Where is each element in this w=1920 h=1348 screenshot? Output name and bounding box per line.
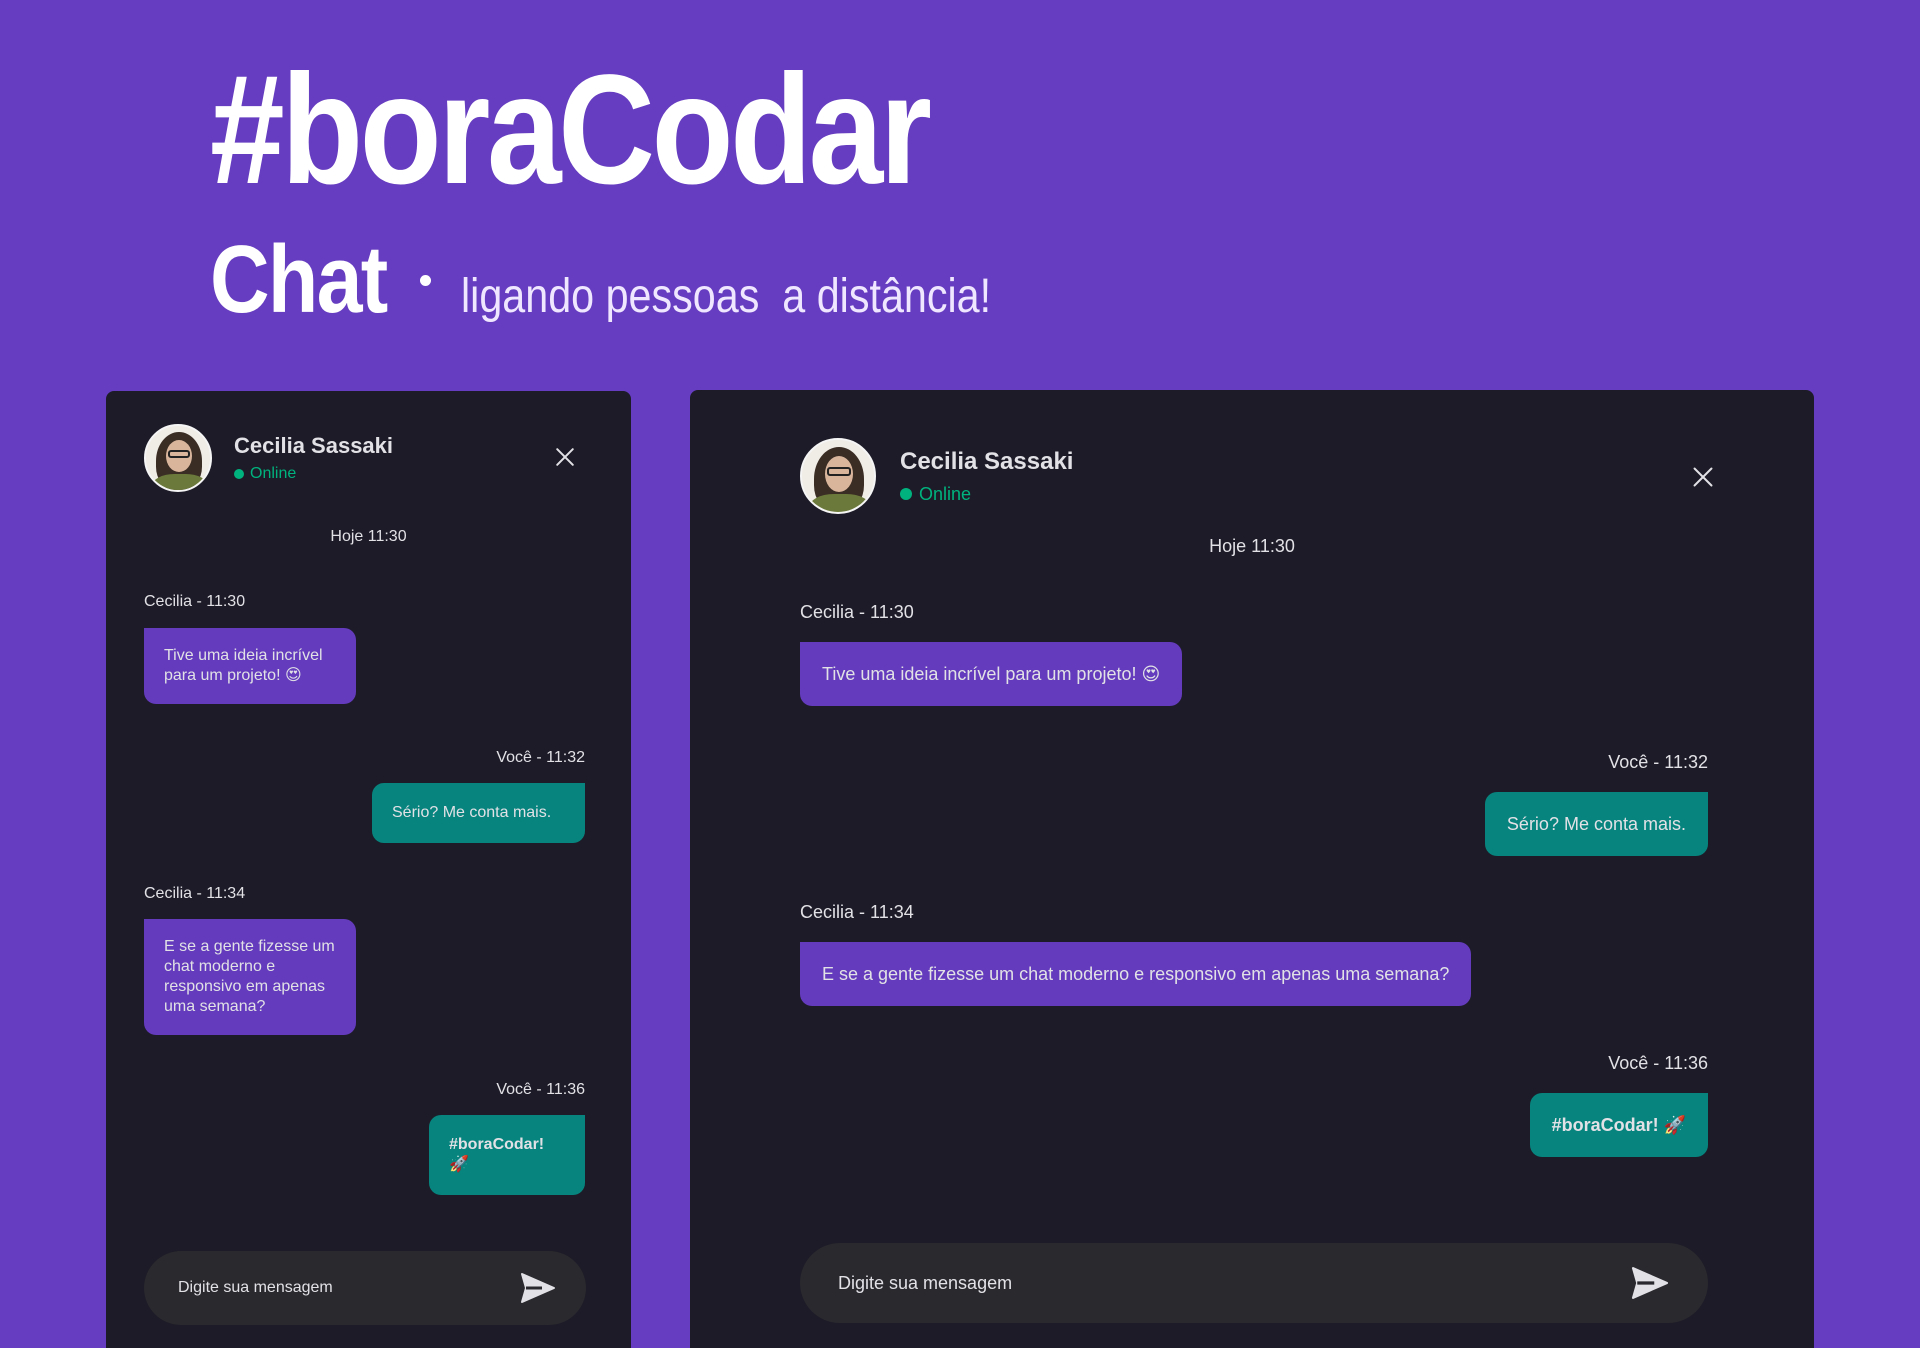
contact-info: Cecilia Sassaki Online [900,448,1073,505]
chat-header: Cecilia Sassaki Online [144,424,393,492]
chat-panel-desktop: Cecilia Sassaki Online Hoje 11:30 Cecili… [690,390,1814,1348]
bullet-dot [420,275,431,286]
status-indicator: Online [900,484,1073,505]
close-icon[interactable] [1690,464,1716,490]
message-meta: Cecilia - 11:30 [144,593,246,610]
message-bubble-sent: Sério? Me conta mais. [372,783,585,843]
chat-panel-mobile: Cecilia Sassaki Online Hoje 11:30 Cecili… [106,391,631,1348]
message-bubble-received: E se a gente fizesse um chat moderno e r… [800,942,1472,1006]
message-meta: Cecilia - 11:34 [144,885,246,902]
close-icon[interactable] [553,445,577,469]
message-composer [800,1243,1708,1323]
contact-name: Cecilia Sassaki [900,447,1074,475]
day-separator: Hoje 11:30 [1209,536,1295,556]
chat-header: Cecilia Sassaki Online [800,438,1073,514]
message-meta: Cecilia - 11:34 [800,902,914,922]
hero-title: #boraCodar [210,43,932,217]
status-label: Online [250,465,297,482]
send-icon [1631,1267,1669,1299]
send-icon [521,1273,555,1303]
message-bubble-received: Tive uma ideia incrível para um projeto!… [144,628,356,704]
avatar [144,424,212,492]
day-separator: Hoje 11:30 [330,528,407,545]
avatar [800,438,876,514]
message-composer [144,1251,586,1325]
message-meta: Você - 11:32 [1608,752,1708,772]
send-button[interactable] [1628,1261,1672,1305]
message-bubble-received: E se a gente fizesse um chat moderno e r… [144,919,356,1035]
hero-subtitle: Chat [210,226,388,333]
message-meta: Você - 11:36 [1608,1053,1708,1073]
message-meta: Você - 11:36 [496,1081,585,1098]
message-bubble-sent: Sério? Me conta mais. [1484,792,1708,856]
message-bubble-received: Tive uma ideia incrível para um projeto!… [800,642,1183,706]
online-dot-icon [234,469,244,479]
send-button[interactable] [518,1268,558,1308]
message-bubble-sent: #boraCodar! 🚀 [429,1115,585,1195]
message-input[interactable] [178,1279,518,1297]
message-meta: Você - 11:32 [496,749,585,766]
message-meta: Cecilia - 11:30 [800,602,914,622]
contact-name: Cecilia Sassaki [234,433,394,458]
status-indicator: Online [234,465,393,483]
online-dot-icon [900,488,912,500]
hero-subtitle-row: Chat ligando pessoas a distância! [210,232,1077,328]
message-input[interactable] [838,1272,1628,1294]
hero-tagline: ligando pessoas a distância! [461,270,992,323]
message-bubble-sent: #boraCodar! 🚀 [1529,1093,1708,1157]
status-label: Online [919,483,972,504]
contact-info: Cecilia Sassaki Online [234,433,393,483]
